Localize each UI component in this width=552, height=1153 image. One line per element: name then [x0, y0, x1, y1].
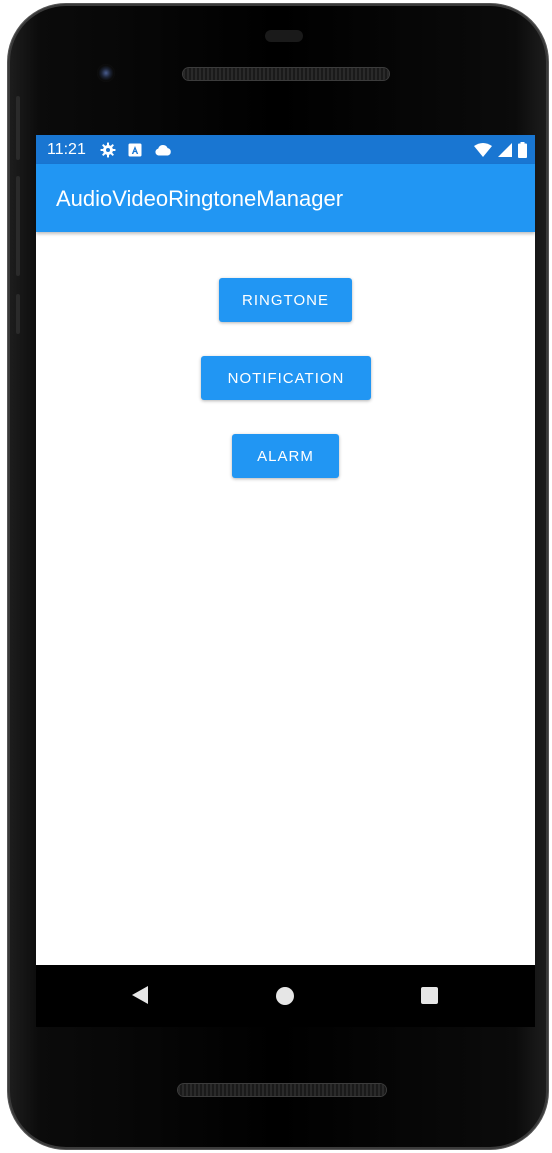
ringtone-button[interactable]: RINGTONE [219, 278, 352, 322]
power-button [16, 294, 20, 334]
notification-button[interactable]: NOTIFICATION [201, 356, 371, 400]
volume-down-button [16, 176, 20, 276]
gear-icon [100, 142, 116, 158]
app-title: AudioVideoRingtoneManager [56, 186, 344, 211]
battery-icon [518, 142, 527, 158]
navigation-bar [36, 965, 535, 1027]
cell-signal-icon [498, 143, 512, 157]
status-bar: 11:21 [36, 135, 535, 164]
front-camera-icon [97, 64, 115, 82]
back-icon[interactable] [132, 986, 148, 1004]
volume-up-button [16, 96, 20, 160]
wifi-icon [474, 143, 492, 157]
cloud-icon [155, 145, 171, 156]
home-icon[interactable] [276, 987, 294, 1005]
status-time: 11:21 [47, 141, 86, 158]
alarm-button[interactable]: ALARM [232, 434, 339, 478]
top-speaker-grille [183, 68, 389, 80]
bottom-speaker-grille [178, 1084, 386, 1096]
status-notification-icons [100, 140, 172, 160]
recents-icon[interactable] [421, 987, 438, 1004]
a-badge-icon [128, 143, 142, 157]
status-system-icons [474, 140, 527, 160]
screen: 11:21 AudioVideoRingtoneManager RINGTONE… [36, 135, 535, 965]
proximity-sensor [265, 30, 303, 42]
app-bar: AudioVideoRingtoneManager [36, 164, 535, 232]
